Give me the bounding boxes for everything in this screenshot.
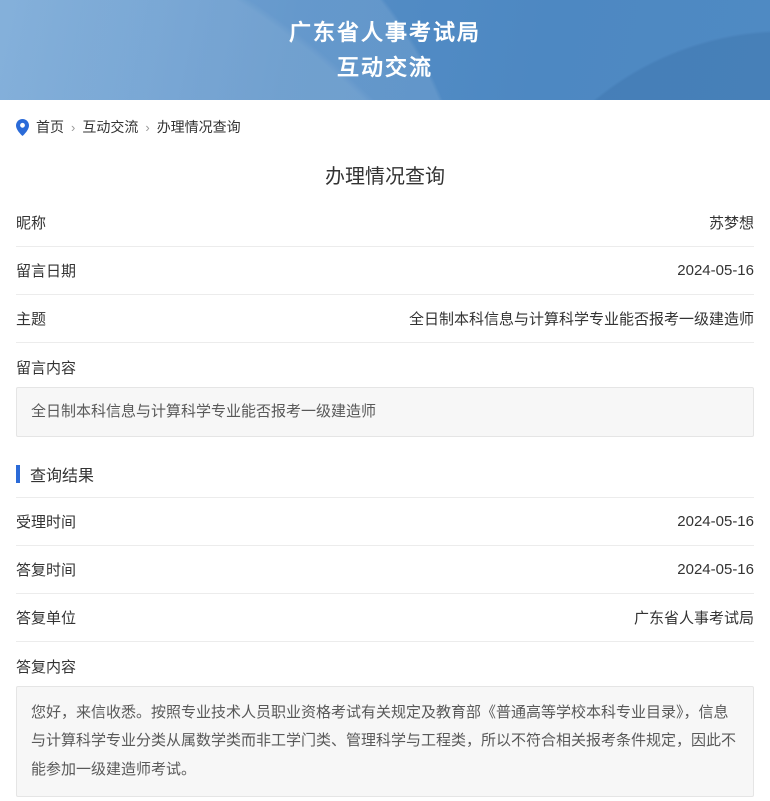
row-value: 苏梦想 — [709, 212, 754, 233]
message-detail-rows: 昵称 苏梦想 留言日期 2024-05-16 主题 全日制本科信息与计算科学专业… — [16, 199, 754, 343]
site-title: 广东省人事考试局 — [289, 22, 481, 44]
row-label: 答复时间 — [16, 559, 76, 580]
site-banner: 广东省人事考试局 互动交流 — [0, 0, 770, 100]
page-title: 办理情况查询 — [0, 148, 770, 199]
row-value: 2024-05-16 — [677, 561, 754, 578]
location-pin-icon — [16, 119, 29, 136]
row-label: 答复单位 — [16, 607, 76, 628]
row-value: 全日制本科信息与计算科学专业能否报考一级建造师 — [409, 308, 754, 329]
section-title: 查询结果 — [30, 462, 94, 486]
row-message-date: 留言日期 2024-05-16 — [16, 247, 754, 295]
row-nickname: 昵称 苏梦想 — [16, 199, 754, 247]
breadcrumb-separator: › — [145, 120, 149, 135]
row-value: 2024-05-16 — [677, 262, 754, 279]
row-value: 2024-05-16 — [677, 513, 754, 530]
reply-content-box: 您好，来信收悉。按照专业技术人员职业资格考试有关规定及教育部《普通高等学校本科专… — [16, 686, 754, 798]
row-label: 昵称 — [16, 212, 46, 233]
breadcrumb-home[interactable]: 首页 — [36, 117, 64, 137]
breadcrumb: 首页 › 互动交流 › 办理情况查询 — [0, 100, 770, 148]
row-label: 受理时间 — [16, 511, 76, 532]
row-accept-time: 受理时间 2024-05-16 — [16, 498, 754, 546]
reply-content-label: 答复内容 — [16, 642, 754, 686]
breadcrumb-current: 办理情况查询 — [157, 117, 241, 137]
breadcrumb-interaction[interactable]: 互动交流 — [82, 117, 138, 137]
message-content-box: 全日制本科信息与计算科学专业能否报考一级建造师 — [16, 387, 754, 437]
site-subtitle: 互动交流 — [337, 57, 433, 79]
message-content-label: 留言内容 — [16, 343, 754, 387]
row-label: 主题 — [16, 308, 46, 329]
row-subject: 主题 全日制本科信息与计算科学专业能否报考一级建造师 — [16, 295, 754, 343]
breadcrumb-separator: › — [71, 120, 75, 135]
result-detail-rows: 受理时间 2024-05-16 答复时间 2024-05-16 答复单位 广东省… — [16, 498, 754, 642]
row-label: 留言日期 — [16, 260, 76, 281]
row-reply-time: 答复时间 2024-05-16 — [16, 546, 754, 594]
result-section-header: 查询结果 — [16, 462, 754, 498]
page: 广东省人事考试局 互动交流 首页 › 互动交流 › 办理情况查询 办理情况查询 … — [0, 0, 770, 801]
row-reply-unit: 答复单位 广东省人事考试局 — [16, 594, 754, 642]
section-accent-bar — [16, 465, 20, 483]
row-value: 广东省人事考试局 — [634, 607, 754, 628]
